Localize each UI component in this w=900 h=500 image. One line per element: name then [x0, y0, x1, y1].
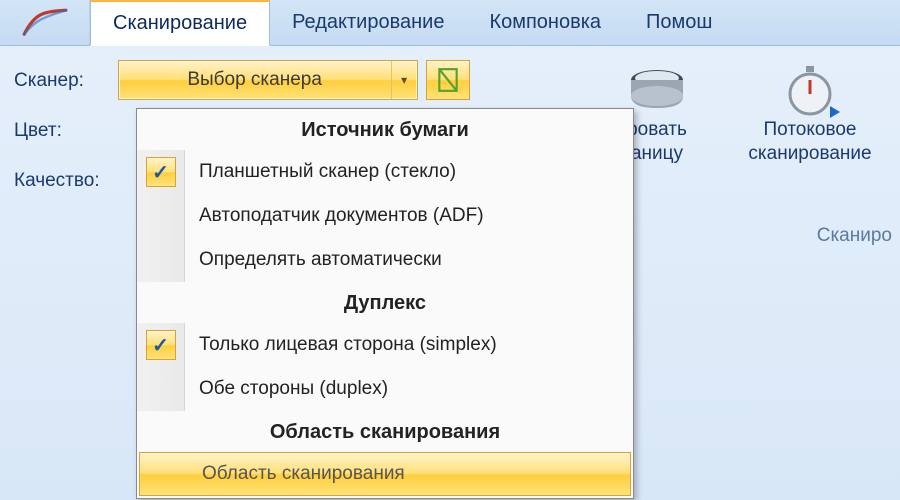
- scanner-controls-column: Выбор сканера ▾: [118, 60, 470, 100]
- tab-edit[interactable]: Редактирование: [270, 0, 467, 45]
- swoosh-icon: [21, 7, 69, 39]
- stream-scan-line1: Потоковое: [764, 118, 857, 142]
- menu-item-scan-area[interactable]: Область сканирования: [139, 452, 631, 496]
- scanner-options-menu: Источник бумаги ✓ Планшетный сканер (сте…: [136, 108, 634, 499]
- ribbon-group-caption: Сканиро: [817, 225, 892, 247]
- menu-item-label: Обе стороны (duplex): [185, 367, 633, 411]
- scan-page-line1: ровать: [627, 118, 687, 142]
- scanner-select-text: Выбор сканера: [119, 61, 391, 99]
- check-icon: ✓: [146, 157, 176, 187]
- menu-item-auto[interactable]: Определять автоматически: [137, 238, 633, 282]
- tab-strip: Сканирование Редактирование Компоновка П…: [0, 0, 900, 46]
- menu-item-simplex[interactable]: ✓ Только лицевая сторона (simplex): [137, 323, 633, 367]
- menu-item-label: Область сканирования: [188, 453, 630, 495]
- page-setup-button[interactable]: [426, 60, 470, 100]
- menu-section-scan-area: Область сканирования: [137, 411, 633, 452]
- scanner-label: Сканер:: [14, 70, 100, 92]
- menu-item-adf[interactable]: Автоподатчик документов (ADF): [137, 194, 633, 238]
- scanner-select-combo[interactable]: Выбор сканера ▾: [118, 60, 418, 100]
- tab-scan[interactable]: Сканирование: [90, 0, 270, 46]
- stopwatch-icon: [778, 62, 842, 118]
- stream-scan-line2: сканирование: [748, 142, 871, 166]
- menu-section-paper-source: Источник бумаги: [137, 109, 633, 150]
- menu-item-label: Определять автоматически: [185, 238, 633, 282]
- quality-label: Качество:: [14, 170, 100, 192]
- menu-item-duplex[interactable]: Обе стороны (duplex): [137, 367, 633, 411]
- menu-section-duplex: Дуплекс: [137, 282, 633, 323]
- menu-item-flatbed[interactable]: ✓ Планшетный сканер (стекло): [137, 150, 633, 194]
- stream-scan-button[interactable]: Потоковое сканирование: [730, 60, 890, 168]
- app-logo: [0, 0, 90, 45]
- page-ruler-icon: [435, 67, 461, 93]
- tab-help[interactable]: Помош: [624, 0, 735, 45]
- tab-layout[interactable]: Компоновка: [467, 0, 624, 45]
- menu-item-label: Планшетный сканер (стекло): [185, 150, 633, 194]
- color-label: Цвет:: [14, 120, 100, 142]
- scanner-labels-column: Сканер: Цвет: Качество:: [14, 60, 100, 192]
- menu-item-label: Автоподатчик документов (ADF): [185, 194, 633, 238]
- scan-page-line2: аницу: [631, 142, 683, 166]
- chevron-down-icon: ▾: [391, 61, 417, 99]
- scanner-icon: [625, 62, 689, 118]
- menu-item-label: Только лицевая сторона (simplex): [185, 323, 633, 367]
- check-icon: ✓: [146, 330, 176, 360]
